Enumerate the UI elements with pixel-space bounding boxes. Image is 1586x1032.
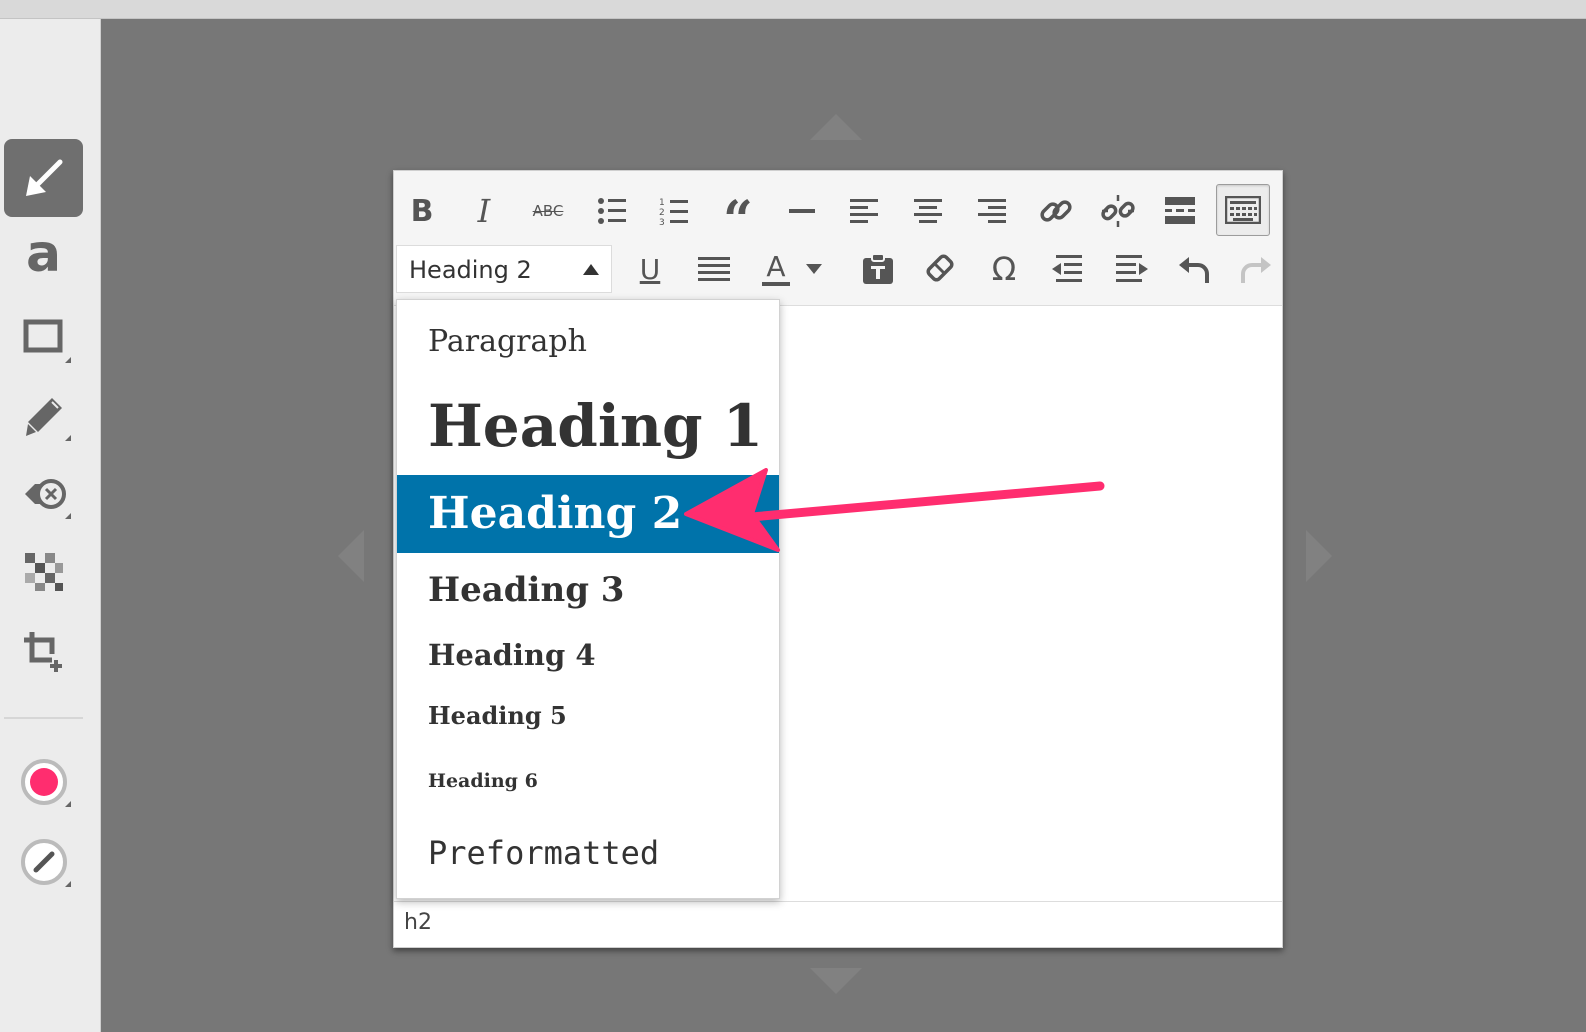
annotation-toolbar: a xyxy=(0,19,101,1032)
submenu-indicator xyxy=(65,801,71,807)
strikethrough-button[interactable]: ABC xyxy=(524,187,572,235)
format-option-preformatted[interactable]: Preformatted xyxy=(397,828,779,878)
align-left-icon xyxy=(850,199,878,223)
align-right-button[interactable] xyxy=(968,187,1016,235)
arrow-icon xyxy=(25,159,62,196)
undo-button[interactable] xyxy=(1170,245,1218,293)
underline-icon: U xyxy=(639,252,661,286)
justify-button[interactable] xyxy=(690,245,738,293)
submenu-indicator xyxy=(65,881,71,887)
color-swatch-icon xyxy=(20,759,67,805)
unlink-button[interactable] xyxy=(1094,187,1142,235)
rich-text-editor: B I ABC 1 2 3 “ Heading 2 U A Ω Paragrap… xyxy=(393,170,1283,948)
horizontal-rule-icon xyxy=(789,209,815,213)
format-select[interactable]: Heading 2 xyxy=(396,245,612,293)
toolbar-divider xyxy=(4,717,83,719)
read-more-button[interactable] xyxy=(1156,187,1204,235)
italic-icon: I xyxy=(477,192,491,230)
toolbar-toggle-button[interactable] xyxy=(1216,184,1270,236)
align-right-icon xyxy=(978,199,1006,223)
numbered-list-button[interactable]: 1 2 3 xyxy=(650,187,698,235)
format-option-heading-3[interactable]: Heading 3 xyxy=(397,562,779,618)
indent-icon xyxy=(1116,255,1148,282)
submenu-indicator xyxy=(65,513,71,519)
redo-icon xyxy=(1241,257,1271,283)
editor-toolbar: B I ABC 1 2 3 “ Heading 2 U A Ω xyxy=(394,171,1282,306)
align-center-button[interactable] xyxy=(904,187,952,235)
justify-icon xyxy=(698,257,730,281)
clear-formatting-button[interactable] xyxy=(916,245,964,293)
text-a-icon: a xyxy=(25,224,62,284)
editor-status-bar: h2 xyxy=(394,901,1282,946)
toolbar-toggle-icon xyxy=(1225,196,1261,224)
outdent-button[interactable] xyxy=(1044,245,1092,293)
italic-button[interactable]: I xyxy=(460,187,508,235)
format-dropdown-menu: Paragraph Heading 1 Heading 2 Heading 3 … xyxy=(396,299,780,899)
special-character-icon: Ω xyxy=(991,250,1017,288)
blur-eraser-tool-button[interactable] xyxy=(4,455,83,533)
text-color-icon: A xyxy=(762,252,790,286)
redo-button[interactable] xyxy=(1232,245,1280,293)
text-color-button[interactable]: A xyxy=(752,245,800,293)
pixelate-icon xyxy=(24,553,63,591)
align-left-button[interactable] xyxy=(840,187,888,235)
format-option-heading-6[interactable]: Heading 6 xyxy=(397,764,779,798)
read-more-icon xyxy=(1165,197,1195,224)
highlighter-icon xyxy=(25,398,62,436)
line-width-icon xyxy=(20,839,67,885)
format-option-heading-1[interactable]: Heading 1 xyxy=(397,380,779,472)
rectangle-icon xyxy=(23,319,62,353)
canvas-left-arrow-icon xyxy=(338,530,364,582)
pixelate-tool-button[interactable] xyxy=(4,533,83,611)
align-center-icon xyxy=(914,199,942,223)
format-option-heading-5[interactable]: Heading 5 xyxy=(397,696,779,736)
svg-text:2: 2 xyxy=(659,208,665,218)
clear-formatting-icon xyxy=(926,254,954,282)
insert-link-button[interactable] xyxy=(1032,187,1080,235)
bullet-list-icon xyxy=(598,198,626,224)
bold-button[interactable]: B xyxy=(398,187,446,235)
horizontal-rule-button[interactable] xyxy=(778,187,826,235)
text-tool-button[interactable]: a xyxy=(4,219,83,297)
link-icon xyxy=(1040,200,1072,222)
format-select-value: Heading 2 xyxy=(409,256,532,284)
text-color-dropdown-button[interactable] xyxy=(802,245,826,293)
crop-icon xyxy=(23,632,62,672)
canvas-right-arrow-icon xyxy=(1306,530,1332,582)
outdent-icon xyxy=(1052,255,1082,282)
svg-text:1: 1 xyxy=(659,198,665,208)
underline-button[interactable]: U xyxy=(626,245,674,293)
annotation-arrow xyxy=(684,468,1105,552)
canvas-up-arrow-icon xyxy=(810,114,862,140)
undo-icon xyxy=(1179,257,1209,283)
caret-up-icon xyxy=(583,264,599,275)
special-character-button[interactable]: Ω xyxy=(980,245,1028,293)
submenu-indicator xyxy=(65,357,71,363)
crop-tool-button[interactable] xyxy=(4,613,83,691)
strikethrough-icon: ABC xyxy=(532,202,564,220)
indent-button[interactable] xyxy=(1108,245,1156,293)
blockquote-button[interactable]: “ xyxy=(714,187,762,247)
numbered-list-icon: 1 2 3 xyxy=(659,198,688,226)
paste-as-text-button[interactable] xyxy=(854,245,902,293)
svg-text:3: 3 xyxy=(659,218,665,226)
bold-icon: B xyxy=(410,193,434,229)
eraser-icon xyxy=(24,479,66,509)
canvas-down-arrow-icon xyxy=(810,968,862,994)
submenu-indicator xyxy=(65,435,71,441)
format-option-heading-4[interactable]: Heading 4 xyxy=(397,630,779,680)
format-option-paragraph[interactable]: Paragraph xyxy=(397,316,779,368)
line-width-tool-button[interactable] xyxy=(4,823,83,901)
color-tool-button[interactable] xyxy=(4,743,83,821)
unlink-icon xyxy=(1101,195,1135,227)
paste-as-text-icon xyxy=(863,253,893,284)
blockquote-icon: “ xyxy=(723,190,753,251)
window-top-bar xyxy=(0,0,1586,19)
bullet-list-button[interactable] xyxy=(588,187,636,235)
rectangle-tool-button[interactable] xyxy=(4,299,83,377)
highlighter-tool-button[interactable] xyxy=(4,377,83,455)
arrow-tool-button[interactable] xyxy=(4,139,83,217)
text-color-dropdown-icon xyxy=(806,264,822,274)
element-path[interactable]: h2 xyxy=(404,910,432,935)
